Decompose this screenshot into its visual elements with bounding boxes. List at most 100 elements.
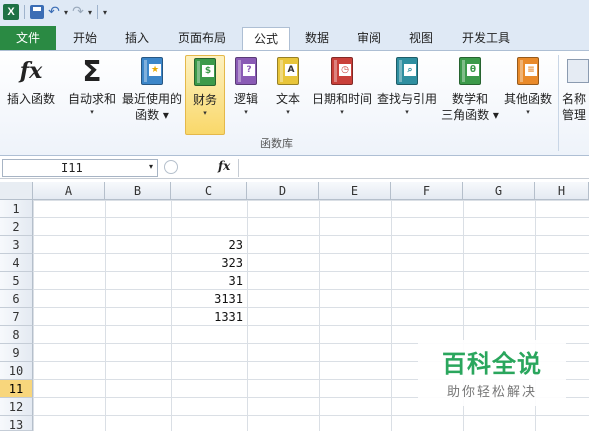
name-manager-label-1: 名称 bbox=[562, 92, 587, 106]
autosum-label: 自动求和 bbox=[67, 92, 116, 106]
fx-symbol: fx bbox=[19, 58, 43, 84]
chevron-down-icon: ▾ bbox=[340, 108, 344, 116]
financial-button[interactable]: $ 财务 ▾ bbox=[185, 55, 225, 135]
tab-view[interactable]: 视图 bbox=[396, 27, 446, 50]
select-all-corner[interactable] bbox=[0, 182, 33, 200]
column-header-b[interactable]: B bbox=[105, 182, 171, 200]
logical-symbol: ? bbox=[243, 64, 255, 76]
more-functions-button[interactable]: ≡ 其他函数 ▾ bbox=[502, 55, 554, 135]
date-time-button[interactable]: ◷ 日期和时间 ▾ bbox=[310, 55, 374, 135]
financial-label: 财务 bbox=[192, 93, 217, 107]
text-book-icon: A bbox=[272, 55, 304, 87]
row-header-3[interactable]: 3 bbox=[0, 236, 33, 254]
column-header-g[interactable]: G bbox=[463, 182, 535, 200]
row-header-11[interactable]: 11 bbox=[0, 380, 33, 398]
tab-file[interactable]: 文件 bbox=[0, 26, 56, 50]
row-header-13[interactable]: 13 bbox=[0, 416, 33, 431]
text-symbol: A bbox=[285, 64, 297, 76]
recent-label-1: 最近使用的 bbox=[121, 92, 182, 106]
chevron-down-icon: ▾ bbox=[405, 108, 409, 116]
fx-icon: fx bbox=[15, 55, 47, 87]
insert-function-button[interactable]: fx 插入函数 bbox=[2, 55, 60, 135]
group-divider bbox=[558, 55, 559, 151]
name-box[interactable]: I11 ▾ bbox=[2, 159, 158, 177]
watermark-subtitle: 助你轻松解决 bbox=[446, 385, 537, 400]
name-manager-label-2: 管理 bbox=[562, 108, 587, 122]
name-manager-icon bbox=[562, 55, 589, 87]
text-button[interactable]: A 文本 ▾ bbox=[270, 55, 306, 135]
name-box-value: I11 bbox=[61, 161, 83, 175]
cell-c7[interactable]: 1331 bbox=[171, 308, 247, 326]
insert-function-label: 插入函数 bbox=[6, 92, 55, 106]
cell-c4[interactable]: 323 bbox=[171, 254, 247, 272]
logical-button[interactable]: ? 逻辑 ▾ bbox=[228, 55, 264, 135]
row-header-8[interactable]: 8 bbox=[0, 326, 33, 344]
formula-bar-divider-handle[interactable] bbox=[164, 160, 178, 174]
more-functions-label: 其他函数 bbox=[503, 92, 552, 106]
column-header-c[interactable]: C bbox=[171, 182, 247, 200]
tab-insert[interactable]: 插入 bbox=[112, 27, 162, 50]
date-time-book-icon: ◷ bbox=[326, 55, 358, 87]
cell-c3[interactable]: 23 bbox=[171, 236, 247, 254]
row-header-6[interactable]: 6 bbox=[0, 290, 33, 308]
tab-review[interactable]: 审阅 bbox=[344, 27, 394, 50]
row-header-10[interactable]: 10 bbox=[0, 362, 33, 380]
tab-developer[interactable]: 开发工具 bbox=[448, 27, 524, 50]
excel-logo-icon: X bbox=[3, 4, 19, 20]
lookup-reference-button[interactable]: ⌕ 查找与引用 ▾ bbox=[375, 55, 439, 135]
recent-label-2: 函数 ▾ bbox=[135, 108, 169, 122]
chevron-down-icon: ▾ bbox=[203, 109, 207, 117]
chevron-down-icon: ▾ bbox=[526, 108, 530, 116]
name-manager-button[interactable]: 名称 管理 bbox=[562, 55, 589, 135]
customize-arrow-icon[interactable]: ▾ bbox=[103, 8, 107, 17]
tab-home[interactable]: 开始 bbox=[60, 27, 110, 50]
baike-watermark: 百科全说 助你轻松解决 bbox=[418, 340, 566, 406]
date-time-label: 日期和时间 bbox=[311, 92, 372, 106]
sigma-icon: Σ bbox=[76, 54, 108, 88]
math-symbol: θ bbox=[467, 64, 479, 76]
chevron-down-icon: ▾ bbox=[90, 108, 94, 116]
column-header-h[interactable]: H bbox=[535, 182, 589, 200]
cell-c6[interactable]: 3131 bbox=[171, 290, 247, 308]
formula-input[interactable] bbox=[238, 159, 589, 177]
redo-icon[interactable]: ↷ bbox=[70, 4, 86, 20]
row-header-5[interactable]: 5 bbox=[0, 272, 33, 290]
recent-functions-button[interactable]: ★ 最近使用的 函数 ▾ bbox=[120, 55, 184, 135]
qat-divider bbox=[97, 5, 99, 19]
tab-formulas[interactable]: 公式 bbox=[242, 27, 290, 51]
autosum-button[interactable]: Σ 自动求和 ▾ bbox=[64, 55, 120, 135]
recent-book-icon: ★ bbox=[136, 55, 168, 87]
row-header-1[interactable]: 1 bbox=[0, 200, 33, 218]
column-header-d[interactable]: D bbox=[247, 182, 319, 200]
recent-label-2-text: 函数 bbox=[135, 108, 160, 122]
undo-dropdown-icon[interactable]: ▾ bbox=[64, 8, 68, 17]
watermark-title: 百科全说 bbox=[442, 350, 542, 378]
fx-icon[interactable]: fx bbox=[218, 159, 230, 173]
row-header-7[interactable]: 7 bbox=[0, 308, 33, 326]
save-icon[interactable] bbox=[30, 5, 44, 19]
math-trig-button[interactable]: θ 数学和 三角函数 ▾ bbox=[440, 55, 500, 135]
text-label: 文本 bbox=[275, 92, 300, 106]
quick-access-toolbar: X ↶ ▾ ↷ ▾ ▾ bbox=[0, 0, 589, 24]
row-header-12[interactable]: 12 bbox=[0, 398, 33, 416]
chevron-down-icon: ▾ bbox=[244, 108, 248, 116]
lookup-book-icon: ⌕ bbox=[391, 55, 423, 87]
formulas-ribbon: fx 插入函数 Σ 自动求和 ▾ ★ 最近使用的 函数 ▾ $ 财务 ▾ ? 逻… bbox=[0, 50, 589, 156]
column-header-e[interactable]: E bbox=[319, 182, 391, 200]
column-header-a[interactable]: A bbox=[33, 182, 105, 200]
sigma-symbol: Σ bbox=[82, 54, 102, 88]
undo-icon[interactable]: ↶ bbox=[46, 4, 62, 20]
row-header-9[interactable]: 9 bbox=[0, 344, 33, 362]
row-header-2[interactable]: 2 bbox=[0, 218, 33, 236]
cell-c5[interactable]: 31 bbox=[171, 272, 247, 290]
redo-dropdown-icon[interactable]: ▾ bbox=[88, 8, 92, 17]
formula-bar: I11 ▾ fx bbox=[0, 157, 589, 179]
tab-data[interactable]: 数据 bbox=[292, 27, 342, 50]
more-functions-book-icon: ≡ bbox=[512, 55, 544, 87]
column-header-f[interactable]: F bbox=[391, 182, 463, 200]
qat-divider bbox=[24, 5, 25, 19]
tab-page-layout[interactable]: 页面布局 bbox=[164, 27, 240, 50]
financial-book-icon: $ bbox=[189, 56, 221, 88]
math-label-1: 数学和 bbox=[451, 92, 488, 106]
row-header-4[interactable]: 4 bbox=[0, 254, 33, 272]
